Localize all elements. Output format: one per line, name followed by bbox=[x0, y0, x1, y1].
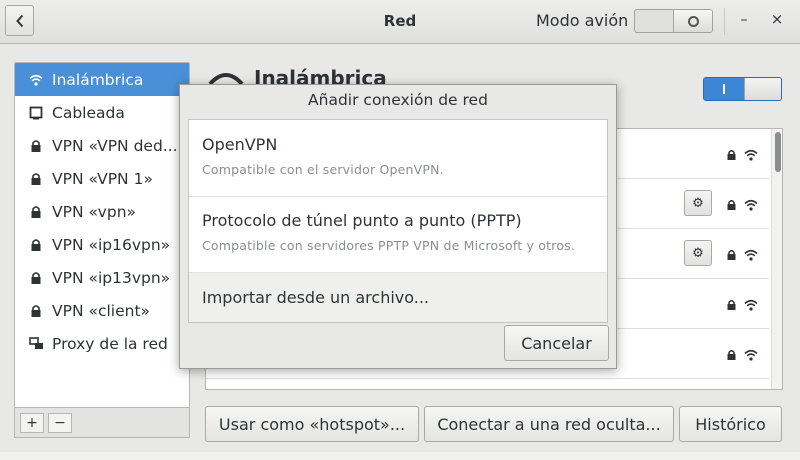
import-from-file-option[interactable]: Importar desde un archivo... bbox=[189, 273, 607, 322]
lock-icon bbox=[726, 247, 737, 265]
sidebar-item-vpn[interactable]: VPN «vpn» bbox=[15, 195, 189, 228]
sidebar: Inalámbrica Cableada VPN «VPN ded... VPN… bbox=[14, 62, 190, 408]
proxy-icon bbox=[28, 336, 44, 352]
option-title: Protocolo de túnel punto a punto (PPTP) bbox=[202, 211, 522, 230]
vpn-lock-icon bbox=[28, 171, 44, 187]
header-bar: Red Modo avión – × bbox=[0, 0, 800, 44]
sidebar-item-label: VPN «VPN 1» bbox=[52, 169, 153, 188]
sidebar-item-label: VPN «ip16vpn» bbox=[52, 235, 171, 254]
signal-strength-icon bbox=[744, 197, 758, 215]
signal-strength-icon bbox=[744, 297, 758, 315]
sidebar-item-label: VPN «client» bbox=[52, 301, 151, 320]
lock-icon bbox=[726, 297, 737, 315]
cancel-button[interactable]: Cancelar bbox=[504, 325, 609, 361]
add-connection-dialog: Añadir conexión de red OpenVPN Compatibl… bbox=[179, 84, 617, 369]
airplane-mode-label: Modo avión bbox=[536, 11, 629, 30]
sidebar-item-client[interactable]: VPN «client» bbox=[15, 294, 189, 327]
lock-icon bbox=[726, 197, 737, 215]
sidebar-item-proxy[interactable]: Proxy de la red bbox=[15, 327, 189, 360]
network-list-scrollbar[interactable] bbox=[771, 129, 782, 389]
airplane-mode-switch[interactable] bbox=[634, 9, 713, 33]
signal-strength-icon bbox=[744, 347, 758, 365]
option-pptp[interactable]: Protocolo de túnel punto a punto (PPTP) … bbox=[189, 197, 607, 273]
option-subtitle: Compatible con el servidor OpenVPN. bbox=[202, 162, 444, 177]
gear-icon: ⚙ bbox=[692, 245, 704, 261]
sidebar-item-ip16vpn[interactable]: VPN «ip16vpn» bbox=[15, 228, 189, 261]
dialog-title: Añadir conexión de red bbox=[308, 91, 488, 109]
option-subtitle: Compatible con servidores PPTP VPN de Mi… bbox=[202, 238, 576, 253]
sidebar-item-ip13vpn[interactable]: VPN «ip13vpn» bbox=[15, 261, 189, 294]
hidden-network-button[interactable]: Conectar a una red oculta... bbox=[424, 406, 674, 442]
vpn-lock-icon bbox=[28, 138, 44, 154]
window-bottom-edge bbox=[0, 452, 800, 460]
sidebar-item-wired[interactable]: Cableada bbox=[15, 96, 189, 129]
hotspot-button[interactable]: Usar como «hotspot»... bbox=[205, 406, 419, 442]
sidebar-item-label: Cableada bbox=[52, 103, 125, 122]
vpn-lock-icon bbox=[28, 204, 44, 220]
sidebar-item-wireless[interactable]: Inalámbrica bbox=[15, 63, 189, 96]
sidebar-item-label: VPN «ip13vpn» bbox=[52, 268, 171, 287]
vpn-lock-icon bbox=[28, 237, 44, 253]
sidebar-item-label: VPN «VPN ded... bbox=[52, 136, 178, 155]
sidebar-toolbar: + − bbox=[14, 408, 190, 438]
gear-icon: ⚙ bbox=[692, 195, 704, 211]
scrollbar-thumb[interactable] bbox=[775, 132, 781, 172]
wifi-icon bbox=[28, 72, 44, 88]
sidebar-item-vpn-ded[interactable]: VPN «VPN ded... bbox=[15, 129, 189, 162]
option-title: OpenVPN bbox=[202, 135, 278, 154]
minimize-button[interactable]: – bbox=[733, 12, 755, 32]
switch-knob bbox=[673, 10, 712, 32]
connection-type-list: OpenVPN Compatible con el servidor OpenV… bbox=[188, 119, 608, 323]
lock-icon bbox=[726, 147, 737, 165]
history-button[interactable]: Histórico bbox=[679, 406, 782, 442]
signal-strength-icon bbox=[744, 247, 758, 265]
add-connection-button[interactable]: + bbox=[20, 413, 44, 433]
switch-on-indicator bbox=[704, 78, 744, 100]
option-title: Importar desde un archivo... bbox=[202, 288, 430, 307]
option-openvpn[interactable]: OpenVPN Compatible con el servidor OpenV… bbox=[189, 120, 607, 197]
ethernet-icon bbox=[28, 105, 44, 121]
sidebar-item-label: VPN «vpn» bbox=[52, 202, 137, 221]
vpn-lock-icon bbox=[28, 270, 44, 286]
remove-connection-button[interactable]: − bbox=[48, 413, 72, 433]
lock-icon bbox=[726, 347, 737, 365]
header-separator bbox=[724, 8, 725, 35]
sidebar-item-label: Proxy de la red bbox=[52, 334, 168, 353]
vpn-lock-icon bbox=[28, 303, 44, 319]
sidebar-item-vpn-1[interactable]: VPN «VPN 1» bbox=[15, 162, 189, 195]
wifi-toggle-switch[interactable] bbox=[703, 77, 782, 101]
off-indicator-icon bbox=[688, 15, 699, 27]
switch-knob bbox=[744, 78, 781, 100]
network-settings-button[interactable]: ⚙ bbox=[684, 240, 712, 266]
signal-strength-icon bbox=[744, 147, 758, 165]
network-settings-button[interactable]: ⚙ bbox=[684, 190, 712, 216]
close-button[interactable]: × bbox=[766, 10, 788, 32]
sidebar-item-label: Inalámbrica bbox=[52, 70, 144, 89]
